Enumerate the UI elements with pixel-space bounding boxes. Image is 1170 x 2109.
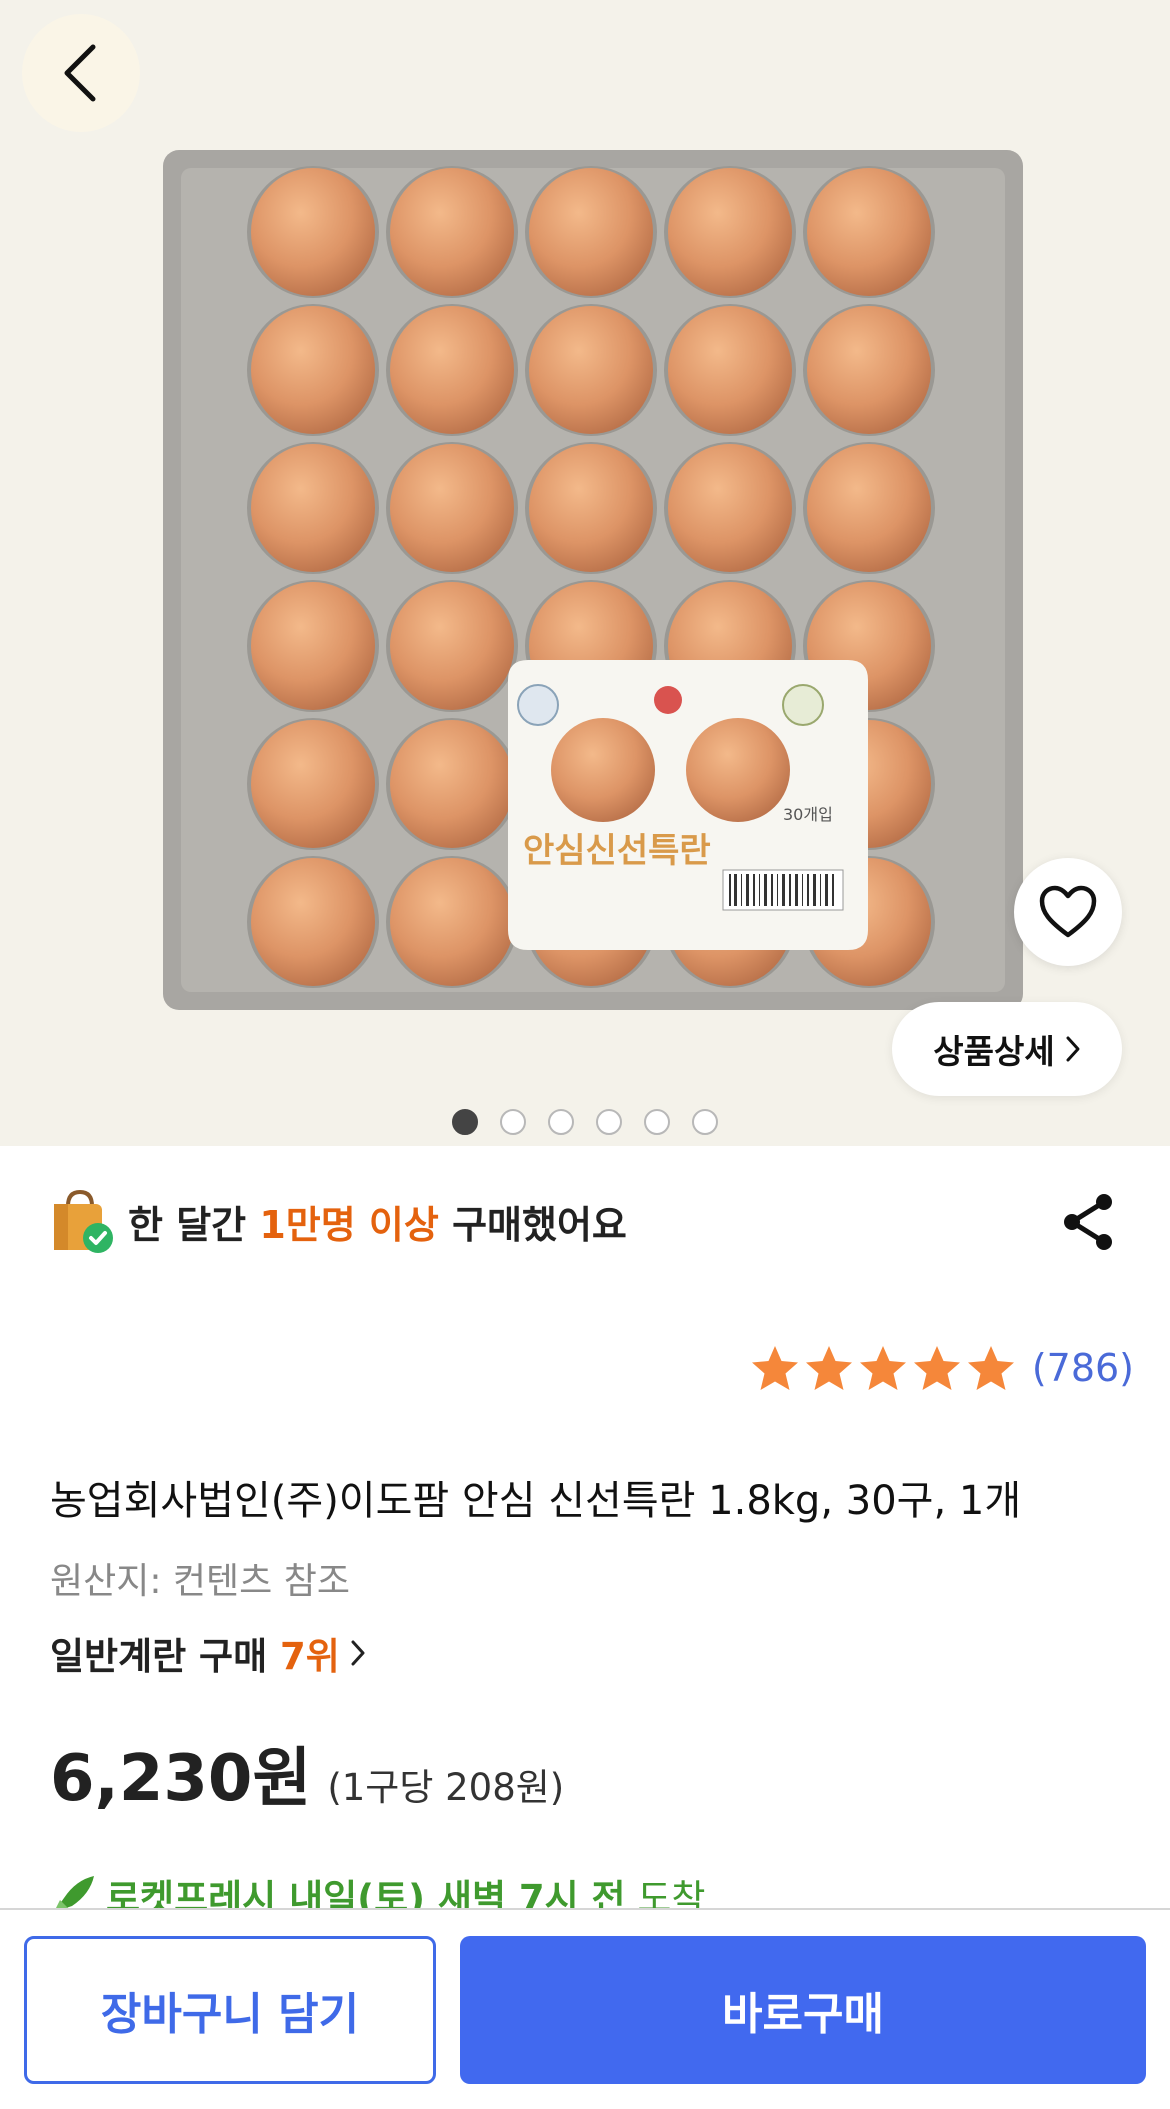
star-rating (750, 1344, 1016, 1392)
egg (251, 582, 375, 710)
svg-text:30개입: 30개입 (783, 805, 833, 824)
price-row: 6,230원 (1구당 208원) (50, 1727, 564, 1819)
share-button[interactable] (1056, 1190, 1120, 1254)
purchase-count-highlight: 1만명 이상 (259, 1202, 439, 1247)
egg (251, 168, 375, 296)
rank-text: 일반계란 구매 7위 (50, 1635, 340, 1678)
egg (529, 168, 653, 296)
egg (529, 306, 653, 434)
egg-tray-image: 안심신선특란 30개입 (163, 150, 1023, 1010)
egg (251, 720, 375, 848)
egg (668, 444, 792, 572)
unit-price: (1구당 208원) (327, 1766, 565, 1809)
bottom-action-bar: 장바구니 담기 바로구매 (0, 1908, 1170, 2109)
chevron-left-icon (64, 44, 96, 102)
image-pagination[interactable] (0, 1109, 1170, 1135)
chevron-right-icon (1066, 1036, 1080, 1062)
egg (390, 582, 514, 710)
chevron-right-icon (351, 1640, 365, 1666)
egg (251, 858, 375, 986)
pagination-dot[interactable] (500, 1109, 526, 1135)
pagination-dot[interactable] (596, 1109, 622, 1135)
egg (529, 444, 653, 572)
pagination-dot[interactable] (548, 1109, 574, 1135)
rating-summary[interactable]: (786) (750, 1344, 1134, 1392)
back-button[interactable] (22, 14, 140, 132)
egg (251, 444, 375, 572)
egg (807, 444, 931, 572)
heart-icon (1039, 885, 1097, 938)
wishlist-button[interactable] (1014, 858, 1122, 966)
star-icon (913, 1346, 960, 1390)
star-icon (751, 1346, 798, 1390)
star-icon (859, 1346, 906, 1390)
purchase-count-text: 한 달간 1만명 이상 구매했어요 (128, 1202, 627, 1247)
egg (390, 858, 514, 986)
egg (807, 306, 931, 434)
product-title: 농업회사법인(주)이도팜 안심 신선특란 1.8kg, 30구, 1개 (50, 1478, 1022, 1524)
pagination-dot[interactable] (692, 1109, 718, 1135)
egg (390, 720, 514, 848)
origin-info: 원산지: 컨텐츠 참조 (50, 1561, 350, 1602)
product-label-sticker: 안심신선특란 30개입 (508, 660, 868, 950)
product-detail-button[interactable]: 상품상세 (892, 1002, 1122, 1096)
purchase-count-banner: 한 달간 1만명 이상 구매했어요 (50, 1188, 627, 1254)
sale-price: 6,230원 (50, 1742, 312, 1816)
pagination-dot[interactable] (452, 1109, 478, 1135)
svg-text:안심신선특란: 안심신선특란 (523, 831, 711, 871)
rank-value: 7위 (280, 1635, 340, 1678)
review-count-link[interactable]: (786) (1032, 1346, 1134, 1390)
star-icon (967, 1346, 1014, 1390)
category-rank-link[interactable]: 일반계란 구매 7위 (50, 1626, 366, 1680)
shopping-bag-check-icon (54, 1189, 113, 1253)
share-icon (1064, 1194, 1112, 1250)
product-detail-label: 상품상세 (933, 1032, 1055, 1071)
egg (668, 168, 792, 296)
add-to-cart-button[interactable]: 장바구니 담기 (24, 1936, 436, 2084)
egg (668, 306, 792, 434)
egg (251, 306, 375, 434)
pagination-dot[interactable] (644, 1109, 670, 1135)
egg (390, 306, 514, 434)
product-image-area[interactable]: 안심신선특란 30개입 상품상세 (0, 0, 1170, 1146)
egg (807, 168, 931, 296)
star-icon (805, 1346, 852, 1390)
egg (390, 168, 514, 296)
buy-now-button[interactable]: 바로구매 (460, 1936, 1146, 2084)
egg (390, 444, 514, 572)
